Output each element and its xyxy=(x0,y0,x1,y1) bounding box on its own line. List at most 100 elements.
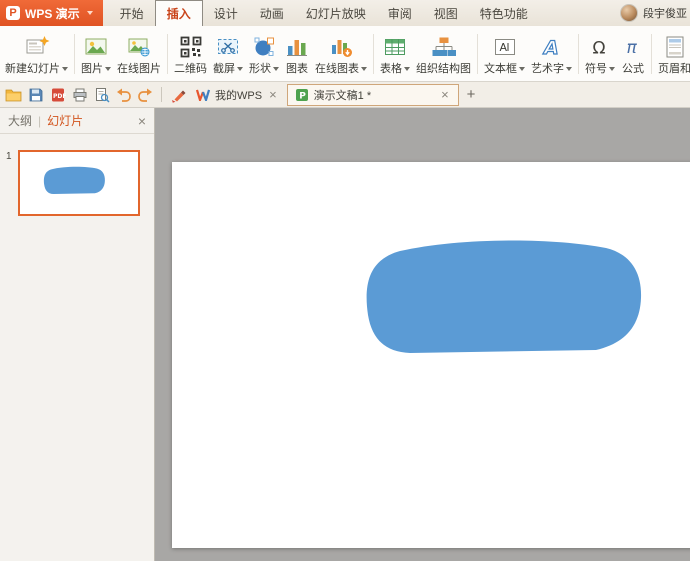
save-button[interactable] xyxy=(25,84,46,105)
dropdown-arrow-icon xyxy=(566,67,572,71)
symbol-button[interactable]: Ω 符号 xyxy=(582,27,618,81)
app-window: P WPS 演示 开始 插入 设计 动画 幻灯片放映 审阅 视图 特色功能 段宇… xyxy=(0,0,690,561)
online-picture-button[interactable]: 在线图片 xyxy=(114,27,164,81)
ribbon-tab-strip: 开始 插入 设计 动画 幻灯片放映 审阅 视图 特色功能 xyxy=(109,0,539,26)
new-document-button[interactable]: + xyxy=(460,86,483,103)
picture-button[interactable]: 图片 xyxy=(78,27,114,81)
sign-button[interactable] xyxy=(167,84,188,105)
qrcode-label: 二维码 xyxy=(174,63,207,75)
divider xyxy=(578,34,579,74)
slide-number: 1 xyxy=(6,150,18,216)
print-preview-icon xyxy=(94,87,110,103)
slide-thumbnail[interactable] xyxy=(18,150,140,216)
svg-text:π: π xyxy=(627,38,638,58)
redo-button[interactable] xyxy=(135,84,156,105)
slide-thumbnail-row: 1 xyxy=(0,150,154,216)
presentation-file-icon: P xyxy=(295,88,309,102)
divider xyxy=(74,34,75,74)
shapes-label: 形状 xyxy=(249,63,271,75)
folder-icon xyxy=(5,87,22,103)
chevron-down-icon xyxy=(87,11,93,15)
wps-logo-label: WPS 演示 xyxy=(25,5,80,22)
tab-outline[interactable]: 大纲 xyxy=(8,112,32,129)
tab-view[interactable]: 视图 xyxy=(423,0,469,26)
shapes-icon xyxy=(252,34,276,61)
divider xyxy=(167,34,168,74)
formula-button[interactable]: π 公式 xyxy=(618,27,648,81)
dropdown-arrow-icon xyxy=(62,67,68,71)
screenshot-label: 截屏 xyxy=(213,63,235,75)
screenshot-button[interactable]: 截屏 xyxy=(210,27,246,81)
chart-icon xyxy=(285,34,309,61)
close-icon[interactable]: × xyxy=(267,88,279,101)
picture-icon xyxy=(84,34,108,61)
tab-design[interactable]: 设计 xyxy=(203,0,249,26)
panel-close-button[interactable]: × xyxy=(138,114,146,128)
formula-icon: π xyxy=(621,34,645,61)
slide-surface[interactable] xyxy=(172,162,690,548)
online-chart-icon xyxy=(329,34,353,61)
chart-label: 图表 xyxy=(286,63,308,75)
dropdown-arrow-icon xyxy=(105,67,111,71)
dropdown-arrow-icon xyxy=(361,67,367,71)
editing-canvas[interactable] xyxy=(155,108,690,561)
org-chart-button[interactable]: 组织结构图 xyxy=(413,27,474,81)
wps-menu-button[interactable]: P WPS 演示 xyxy=(0,0,103,26)
tab-slideshow[interactable]: 幻灯片放映 xyxy=(295,0,377,26)
user-account-area[interactable]: 段宇俊亚 xyxy=(620,0,690,26)
svg-text:P: P xyxy=(299,91,306,101)
main-content: 大纲 | 幻灯片 × 1 xyxy=(0,108,690,561)
open-file-button[interactable] xyxy=(3,84,24,105)
doc-tab-my-wps[interactable]: 我的WPS × xyxy=(189,84,286,106)
thumbnail-shape xyxy=(42,165,106,195)
tab-animation[interactable]: 动画 xyxy=(249,0,295,26)
print-button[interactable] xyxy=(69,84,90,105)
shapes-button[interactable]: 形状 xyxy=(246,27,282,81)
slide-panel-header: 大纲 | 幻灯片 × xyxy=(0,108,154,134)
svg-text:A: A xyxy=(499,41,507,54)
table-icon xyxy=(383,34,407,61)
new-slide-button[interactable]: 新建幻灯片 xyxy=(2,27,71,81)
online-chart-button[interactable]: 在线图表 xyxy=(312,27,370,81)
tab-review[interactable]: 审阅 xyxy=(377,0,423,26)
formula-label: 公式 xyxy=(622,63,644,75)
dropdown-arrow-icon xyxy=(404,67,410,71)
divider xyxy=(477,34,478,74)
pdf-icon: PDF xyxy=(50,87,66,103)
wordart-button[interactable]: A 艺术字 xyxy=(528,27,575,81)
slide-panel: 大纲 | 幻灯片 × 1 xyxy=(0,108,155,561)
tab-slides[interactable]: 幻灯片 xyxy=(47,112,83,129)
divider: | xyxy=(38,114,41,128)
table-button[interactable]: 表格 xyxy=(377,27,413,81)
qrcode-button[interactable]: 二维码 xyxy=(171,27,210,81)
save-icon xyxy=(28,87,44,103)
tab-home[interactable]: 开始 xyxy=(109,0,155,26)
symbol-icon: Ω xyxy=(588,34,612,61)
sign-pen-icon xyxy=(170,87,186,103)
org-chart-label: 组织结构图 xyxy=(416,63,471,75)
qrcode-icon xyxy=(180,34,202,61)
chart-button[interactable]: 图表 xyxy=(282,27,312,81)
textbox-icon: A xyxy=(493,34,517,61)
title-bar: P WPS 演示 开始 插入 设计 动画 幻灯片放映 审阅 视图 特色功能 段宇… xyxy=(0,0,690,26)
undo-button[interactable] xyxy=(113,84,134,105)
symbol-label: 符号 xyxy=(585,63,607,75)
print-preview-button[interactable] xyxy=(91,84,112,105)
tab-insert[interactable]: 插入 xyxy=(155,0,203,26)
table-label: 表格 xyxy=(380,63,402,75)
wordart-icon: A xyxy=(540,34,564,61)
dropdown-arrow-icon xyxy=(519,67,525,71)
close-icon[interactable]: × xyxy=(439,88,451,101)
textbox-label: 文本框 xyxy=(484,63,517,75)
divider xyxy=(651,34,652,74)
export-pdf-button[interactable]: PDF xyxy=(47,84,68,105)
doc-tab-label: 演示文稿1 * xyxy=(314,87,371,103)
textbox-button[interactable]: A 文本框 xyxy=(481,27,528,81)
header-footer-button[interactable]: 页眉和 xyxy=(655,27,690,81)
rounded-rectangle-shape[interactable] xyxy=(358,233,646,357)
tab-special-features[interactable]: 特色功能 xyxy=(469,0,539,26)
user-avatar[interactable] xyxy=(620,4,638,22)
svg-text:PDF: PDF xyxy=(53,92,66,99)
doc-tab-presentation1[interactable]: P 演示文稿1 * × xyxy=(287,84,459,106)
org-chart-icon xyxy=(431,34,457,61)
